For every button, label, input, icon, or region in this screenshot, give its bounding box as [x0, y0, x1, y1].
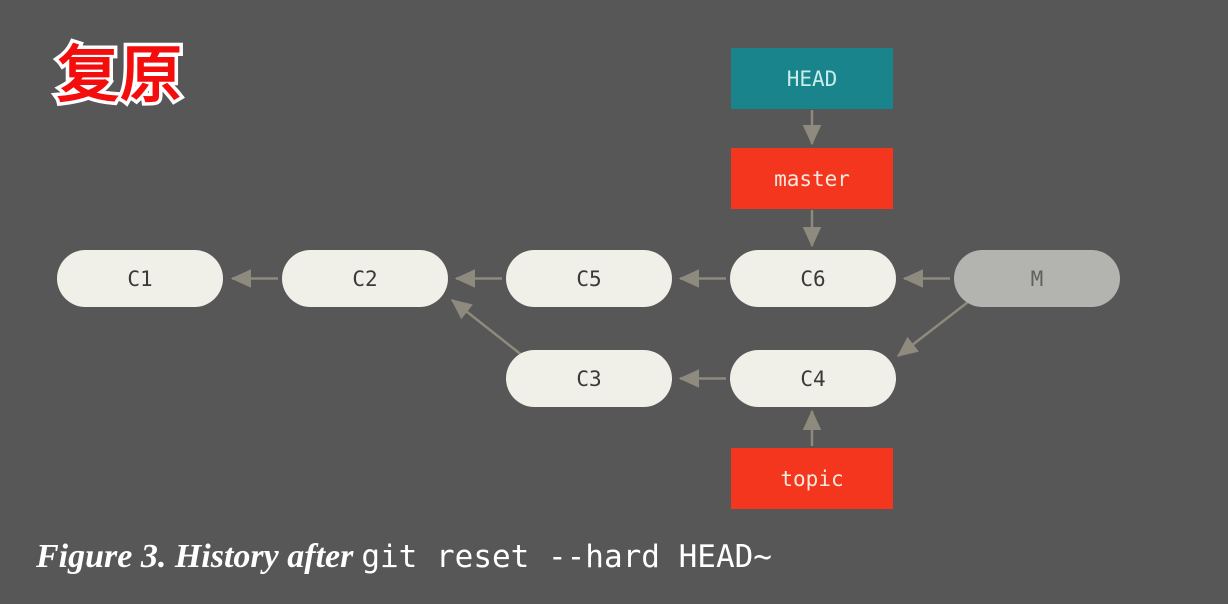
commit-label-c3: C3	[576, 367, 601, 391]
commit-node-c6[interactable]: C6	[730, 250, 896, 307]
commit-node-c3[interactable]: C3	[506, 350, 672, 407]
ref-box-head[interactable]: HEAD	[731, 48, 893, 109]
ref-label-topic: topic	[780, 467, 843, 491]
commit-node-c2[interactable]: C2	[282, 250, 448, 307]
commit-label-c4: C4	[800, 367, 825, 391]
edge-m-to-c4	[897, 301, 969, 357]
commit-node-c4[interactable]: C4	[730, 350, 896, 407]
commit-node-m[interactable]: M	[954, 250, 1120, 307]
ref-label-master: master	[774, 167, 850, 191]
commit-node-c5[interactable]: C5	[506, 250, 672, 307]
edge-c3-to-c2	[451, 299, 524, 357]
ref-box-topic[interactable]: topic	[731, 448, 893, 509]
figure-caption-text: Figure 3. History after	[36, 538, 354, 575]
commit-label-c6: C6	[800, 267, 825, 291]
figure-caption: Figure 3. History after git reset --hard …	[36, 538, 772, 576]
commit-label-c2: C2	[352, 267, 377, 291]
git-history-diagram: C1 C2 C5 C6 M C3 C4 HEAD master topic	[57, 48, 1120, 509]
commit-label-m: M	[1031, 267, 1044, 291]
figure-canvas: 复原 C1 C2 C5 C6 M C3 C4 HEAD master topic…	[0, 0, 1228, 604]
commit-label-c1: C1	[127, 267, 152, 291]
ref-box-master[interactable]: master	[731, 148, 893, 209]
commit-label-c5: C5	[576, 267, 601, 291]
figure-caption-code: git reset --hard HEAD~	[361, 539, 772, 575]
commit-node-c1[interactable]: C1	[57, 250, 223, 307]
ref-label-head: HEAD	[787, 67, 838, 91]
